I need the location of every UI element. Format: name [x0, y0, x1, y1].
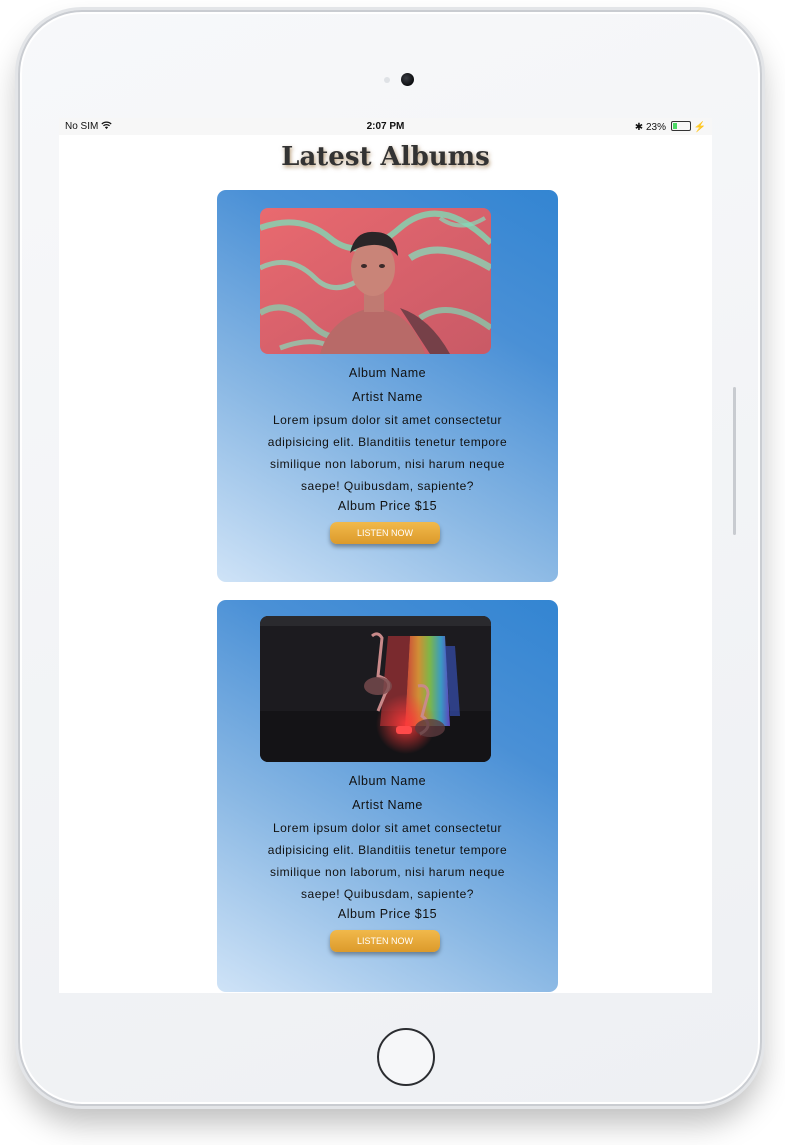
- bolt-icon: ⚡: [693, 122, 706, 133]
- status-bar: No SIM 2:07 PM ✱ 23% ⚡: [59, 118, 712, 135]
- album-name: Album Name: [348, 774, 427, 788]
- album-art-portrait: [260, 208, 491, 354]
- album-card: Album Name Artist Name Lorem ipsum dolor…: [217, 190, 558, 582]
- album-art-flamingo: [260, 616, 491, 762]
- side-button: [733, 387, 736, 535]
- home-button[interactable]: [377, 1028, 435, 1086]
- album-card: Album Name Artist Name Lorem ipsum dolor…: [217, 600, 558, 992]
- artist-name: Artist Name: [352, 390, 423, 404]
- artist-name: Artist Name: [352, 798, 423, 812]
- album-description: Lorem ipsum dolor sit amet consectetur a…: [267, 821, 508, 901]
- battery-percent: 23%: [645, 122, 666, 133]
- album-price: Album Price $15: [337, 907, 438, 921]
- status-time: 2:07 PM: [366, 121, 405, 132]
- status-right: ✱ 23% ⚡: [635, 121, 706, 133]
- sensor-icon: [384, 77, 390, 83]
- album-art-image: [260, 208, 491, 354]
- bluetooth-icon: ✱: [634, 122, 644, 133]
- album-name: Album Name: [348, 366, 427, 380]
- camera-icon: [401, 73, 414, 86]
- listen-now-button[interactable]: LISTEN NOW: [330, 522, 440, 544]
- album-price: Album Price $15: [337, 499, 438, 513]
- listen-now-button[interactable]: LISTEN NOW: [330, 930, 440, 952]
- album-description: Lorem ipsum dolor sit amet consectetur a…: [267, 413, 508, 493]
- screen: No SIM 2:07 PM ✱ 23% ⚡ Latest Albums Alb…: [59, 118, 712, 993]
- battery-icon: [670, 121, 691, 131]
- album-art-image: [260, 616, 491, 762]
- page-title: Latest Albums: [281, 142, 490, 172]
